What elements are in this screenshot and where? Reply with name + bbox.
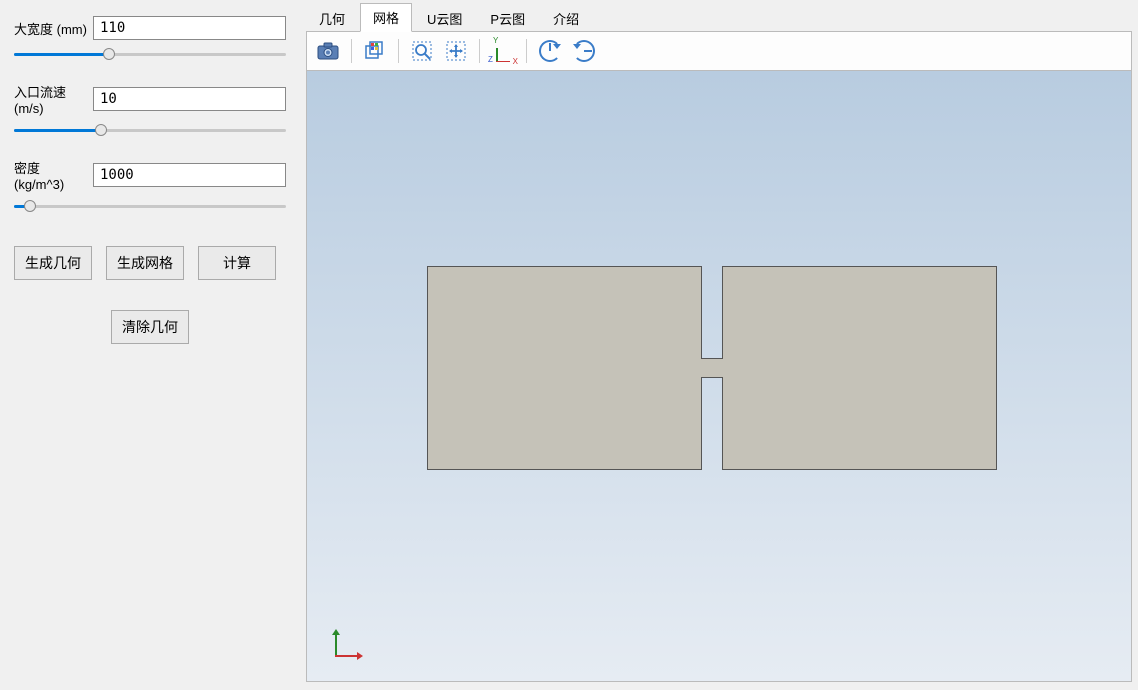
- action-buttons-row-1: 生成几何 生成网格 计算: [14, 246, 286, 280]
- tab-geometry[interactable]: 几何: [306, 4, 358, 32]
- param-width-slider[interactable]: [14, 46, 286, 64]
- param-width-label: 大宽度 (mm): [14, 19, 87, 38]
- viewport-toolbar: Y X Z: [306, 31, 1132, 71]
- param-density-row: 密度 (kg/m^3): [14, 158, 286, 192]
- calculate-button[interactable]: 计算: [198, 246, 276, 280]
- param-density-label: 密度 (kg/m^3): [14, 158, 87, 192]
- sidebar: 大宽度 (mm) 入口流速 (m/s) 密度 (kg/m^3) 生成几何 生成网…: [0, 0, 300, 690]
- pan-icon[interactable]: [441, 36, 471, 66]
- geometry-shape: [427, 266, 997, 470]
- param-velocity-label: 入口流速 (m/s): [14, 82, 87, 116]
- rotate-ccw-icon[interactable]: [569, 36, 599, 66]
- generate-geometry-button[interactable]: 生成几何: [14, 246, 92, 280]
- generate-mesh-button[interactable]: 生成网格: [106, 246, 184, 280]
- layers-icon[interactable]: [360, 36, 390, 66]
- param-width-input[interactable]: [93, 16, 286, 40]
- camera-icon[interactable]: [313, 36, 343, 66]
- tab-intro[interactable]: 介绍: [540, 4, 592, 32]
- clear-geometry-button[interactable]: 清除几何: [111, 310, 189, 344]
- param-density-input[interactable]: [93, 163, 286, 187]
- tabs: 几何 网格 U云图 P云图 介绍: [306, 8, 1132, 32]
- param-velocity-slider[interactable]: [14, 122, 286, 140]
- tab-u-cloud[interactable]: U云图: [414, 4, 475, 32]
- param-velocity-input[interactable]: [93, 87, 286, 111]
- tab-mesh[interactable]: 网格: [360, 3, 412, 32]
- main-panel: 几何 网格 U云图 P云图 介绍: [300, 0, 1138, 690]
- axis-indicator: [331, 631, 361, 661]
- viewport-3d[interactable]: [306, 71, 1132, 682]
- tab-p-cloud[interactable]: P云图: [477, 4, 538, 32]
- param-density-slider[interactable]: [14, 198, 286, 216]
- rotate-right-icon[interactable]: [535, 36, 565, 66]
- zoom-icon[interactable]: [407, 36, 437, 66]
- param-velocity-row: 入口流速 (m/s): [14, 82, 286, 116]
- axes-icon[interactable]: Y X Z: [488, 36, 518, 66]
- action-buttons-row-2: 清除几何: [14, 310, 286, 344]
- param-width-row: 大宽度 (mm): [14, 16, 286, 40]
